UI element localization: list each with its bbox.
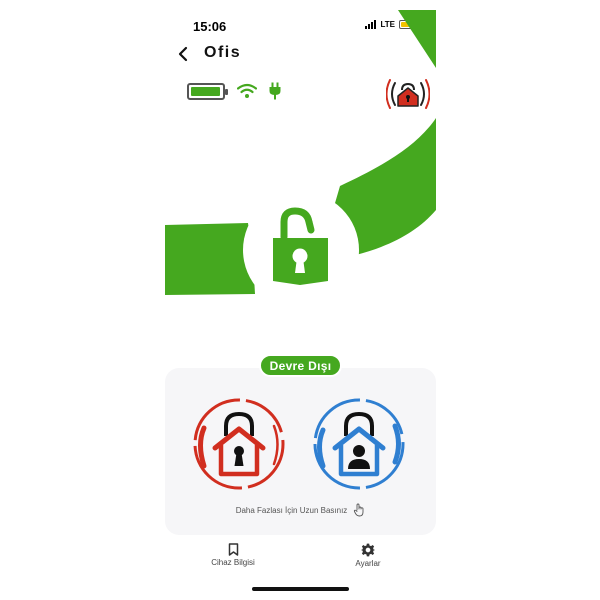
signal-icon — [365, 20, 377, 29]
home-indicator — [252, 587, 349, 591]
hint-text: Daha Fazlası İçin Uzun Basınız — [235, 505, 348, 515]
status-time: 15:06 — [193, 19, 227, 34]
device-indicators — [187, 82, 281, 100]
status-arc-graphic — [165, 118, 436, 308]
app-screen: 15:06 LTE Ofis Devre Dışı Daha Fazlası İ… — [165, 10, 436, 596]
house-lock-red-icon[interactable] — [189, 396, 289, 496]
battery-icon — [187, 82, 228, 100]
tab-label-settings: Ayarlar — [355, 558, 381, 568]
house-alarm-icon[interactable] — [386, 78, 430, 110]
wifi-icon — [237, 83, 257, 98]
long-press-hand-icon — [354, 503, 364, 517]
house-lock-blue-icon[interactable] — [309, 396, 409, 496]
long-press-hint: Daha Fazlası İçin Uzun Basınız — [165, 503, 436, 517]
tab-bar: Cihaz Bilgisi Ayarlar — [165, 538, 436, 578]
gear-icon — [361, 543, 375, 556]
plug-icon — [269, 82, 281, 100]
nav-bar: Ofis — [165, 40, 436, 70]
tab-settings[interactable]: Ayarlar — [313, 538, 423, 572]
network-type: LTE — [380, 20, 395, 29]
tab-device-info[interactable]: Cihaz Bilgisi — [178, 538, 288, 572]
status-bar: 15:06 LTE — [165, 10, 436, 40]
tab-label-device-info: Cihaz Bilgisi — [211, 558, 255, 567]
chevron-left-icon — [178, 46, 188, 62]
status-badge: Devre Dışı — [259, 354, 342, 377]
back-button[interactable] — [171, 42, 195, 66]
bookmark-icon — [228, 543, 238, 556]
page-title: Ofis — [204, 44, 242, 61]
